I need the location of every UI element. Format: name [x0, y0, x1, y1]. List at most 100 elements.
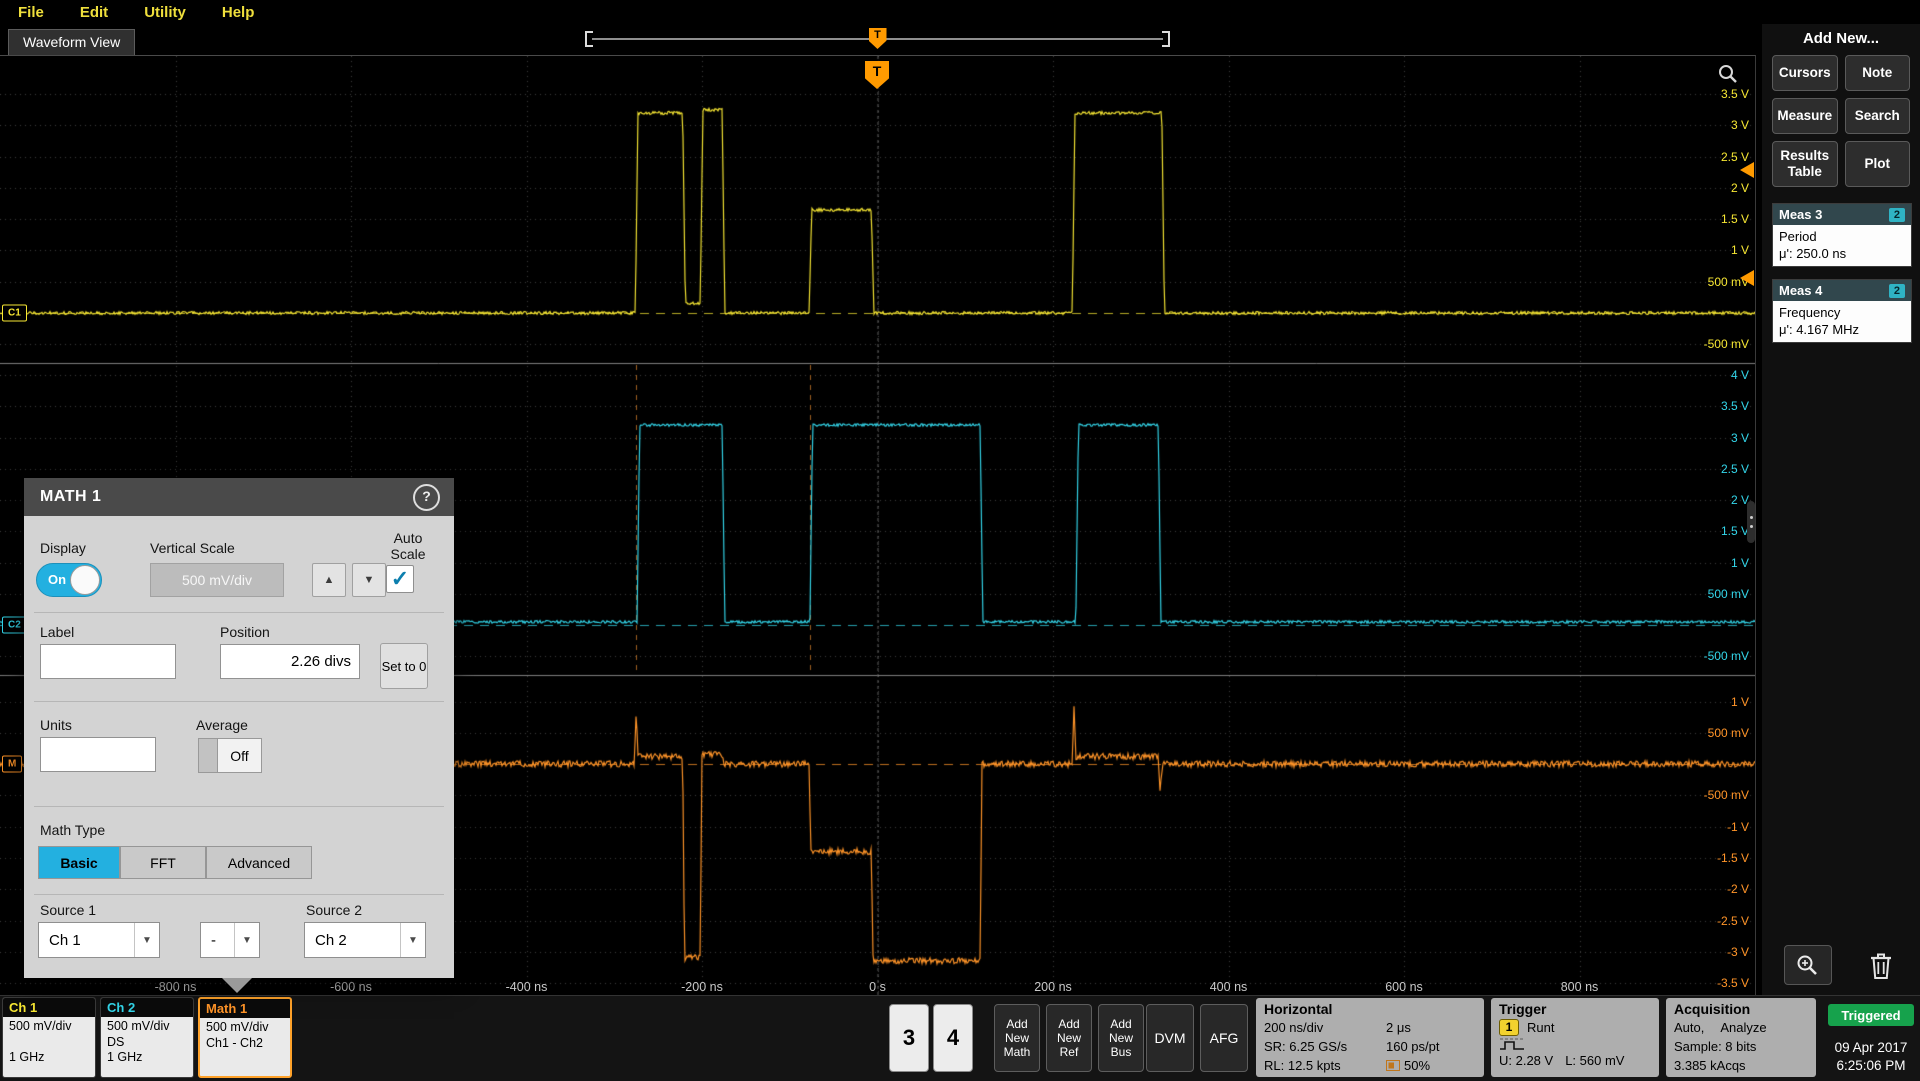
scale-label-ch1: 1.5 V: [1721, 212, 1749, 226]
scale-up-button[interactable]: ▲: [312, 563, 346, 597]
channel-flag-c1[interactable]: C1: [2, 305, 27, 322]
display-toggle[interactable]: On: [36, 563, 102, 597]
time-label: 0 s: [869, 980, 886, 994]
sidebar-button-plot[interactable]: Plot: [1845, 141, 1911, 187]
add-new-bus-button[interactable]: AddNewBus: [1098, 1004, 1144, 1072]
position-input[interactable]: [220, 644, 360, 679]
waveform-view-tab[interactable]: Waveform View: [8, 29, 135, 55]
chevron-down-icon: ▼: [234, 923, 259, 957]
dialog-header[interactable]: MATH 1 ?: [24, 478, 454, 516]
display-toggle-knob: [70, 565, 100, 595]
overview-right-bracket[interactable]: [1162, 31, 1170, 47]
math-type-tab-advanced[interactable]: Advanced: [206, 846, 312, 879]
menu-help[interactable]: Help: [222, 4, 255, 21]
label-input[interactable]: [40, 644, 176, 679]
badge-details: 500 mV/div 1 GHz: [3, 1017, 95, 1068]
measurement-header: Meas 4 2: [1773, 280, 1911, 301]
scale-label-math: -1.5 V: [1717, 851, 1749, 865]
vertical-scale-value[interactable]: 500 mV/div: [150, 563, 284, 597]
measurement-card[interactable]: Meas 4 2 Frequencyμ': 4.167 MHz: [1772, 279, 1912, 343]
view-percent-wrap: 50%: [1386, 1056, 1476, 1075]
scale-label-ch2: 1 V: [1731, 556, 1749, 570]
sidebar-button-note[interactable]: Note: [1845, 55, 1911, 91]
operator-dropdown[interactable]: - ▼: [200, 922, 260, 958]
add-new-buttons: CursorsNoteMeasureSearchResults TablePlo…: [1762, 47, 1920, 191]
time-label: 400 ns: [1210, 980, 1248, 994]
scale-label-ch2: 500 mV: [1708, 587, 1749, 601]
badge-details: 500 mV/divCh1 - Ch2: [200, 1018, 290, 1053]
average-toggle[interactable]: Off: [198, 738, 262, 773]
zoom-mode-button[interactable]: [1784, 945, 1832, 985]
scale-label-ch1: -500 mV: [1704, 337, 1749, 351]
measurement-name: Meas 4: [1779, 283, 1822, 298]
time-label: -400 ns: [506, 980, 548, 994]
scale-label-ch2: 3 V: [1731, 431, 1749, 445]
scale-label-ch1: 3 V: [1731, 118, 1749, 132]
channel-3-button[interactable]: 3: [889, 1004, 929, 1072]
set-to-zero-button[interactable]: Set to 0: [380, 643, 428, 689]
math1-config-dialog: MATH 1 ? Display On Vertical Scale 500 m…: [24, 478, 454, 978]
panel-splitter-handle[interactable]: [1747, 501, 1755, 543]
badge-math-1[interactable]: Math 1500 mV/divCh1 - Ch2: [198, 997, 292, 1078]
acq-sample-bits: Sample: 8 bits: [1674, 1037, 1756, 1056]
sidebar-button-results-table[interactable]: Results Table: [1772, 141, 1838, 187]
acquisition-settings-panel[interactable]: Acquisition Auto, Analyze Sample: 8 bits…: [1666, 998, 1816, 1077]
measurement-card[interactable]: Meas 32Periodμ': 250.0 ns: [1772, 203, 1912, 267]
math-type-tab-basic[interactable]: Basic: [38, 846, 120, 879]
plot-zoom-icon[interactable]: [1717, 63, 1739, 90]
sidebar-button-cursors[interactable]: Cursors: [1772, 55, 1838, 91]
menu-utility[interactable]: Utility: [144, 4, 186, 21]
display-toggle-value: On: [48, 572, 66, 587]
source2-value: Ch 2: [305, 932, 400, 949]
average-toggle-value: Off: [218, 739, 261, 772]
scale-label-ch1: 2 V: [1731, 181, 1749, 195]
autoscale-label-1: Auto: [376, 530, 440, 546]
scale-label-ch2: 1.5 V: [1721, 524, 1749, 538]
badge-name: Ch 2: [101, 998, 193, 1017]
help-icon[interactable]: ?: [413, 484, 440, 511]
measurement-value: μ': 4.167 MHz: [1779, 321, 1905, 338]
autoscale-checkbox[interactable]: ✓: [386, 565, 414, 593]
trigger-position-flag[interactable]: T: [869, 28, 887, 49]
timebase-overview-bar[interactable]: T: [585, 31, 1170, 47]
afg-button[interactable]: AFG: [1200, 1004, 1248, 1072]
acquisition-title: Acquisition: [1674, 1001, 1808, 1018]
units-input[interactable]: [40, 737, 156, 772]
acq-analyze: Analyze: [1720, 1018, 1766, 1037]
time-label: 600 ns: [1385, 980, 1423, 994]
trigger-lower-level-arrow[interactable]: [1740, 270, 1754, 286]
menu-edit[interactable]: Edit: [80, 4, 108, 21]
measurement-header: Meas 32: [1773, 204, 1911, 225]
channel-flag-m[interactable]: M: [2, 756, 22, 773]
scale-label-math: -3 V: [1727, 945, 1749, 959]
add-new-math-button[interactable]: AddNewMath: [994, 1004, 1040, 1072]
acq-mode: Auto,: [1674, 1018, 1704, 1037]
delete-button[interactable]: [1860, 945, 1902, 987]
add-new-title: Add New...: [1762, 30, 1920, 47]
source2-dropdown[interactable]: Ch 2 ▼: [304, 922, 426, 958]
math-type-tab-fft[interactable]: FFT: [120, 846, 206, 879]
sidebar-button-measure[interactable]: Measure: [1772, 98, 1838, 134]
scale-label-ch2: 3.5 V: [1721, 399, 1749, 413]
horizontal-settings-panel[interactable]: Horizontal 200 ns/div 2 μs SR: 6.25 GS/s…: [1256, 998, 1484, 1077]
menu-file[interactable]: File: [18, 4, 44, 21]
math-type-label: Math Type: [40, 822, 105, 838]
add-new-ref-button[interactable]: AddNewRef: [1046, 1004, 1092, 1072]
scale-down-button[interactable]: ▼: [352, 563, 386, 597]
source1-dropdown[interactable]: Ch 1 ▼: [38, 922, 160, 958]
dvm-button[interactable]: DVM: [1146, 1004, 1194, 1072]
scale-label-ch1: 1 V: [1731, 243, 1749, 257]
sidebar-button-search[interactable]: Search: [1845, 98, 1911, 134]
trigger-upper-level-arrow[interactable]: [1740, 162, 1754, 178]
measurement-type: Frequency: [1779, 304, 1905, 321]
badge-ch-2[interactable]: Ch 2500 mV/divDS1 GHz: [100, 997, 194, 1078]
badge-ch-1[interactable]: Ch 1500 mV/div 1 GHz: [2, 997, 96, 1078]
channel-4-button[interactable]: 4: [933, 1004, 973, 1072]
badge-details: 500 mV/divDS1 GHz: [101, 1017, 193, 1068]
source1-value: Ch 1: [39, 932, 134, 949]
trigger-settings-panel[interactable]: Trigger 1 Runt U: 2.28 V L: 560 mV: [1491, 998, 1659, 1077]
position-label: Position: [220, 624, 270, 640]
measurement-count-badge: 2: [1889, 284, 1905, 298]
measurement-value: μ': 250.0 ns: [1779, 245, 1905, 262]
time-label: -600 ns: [330, 980, 372, 994]
